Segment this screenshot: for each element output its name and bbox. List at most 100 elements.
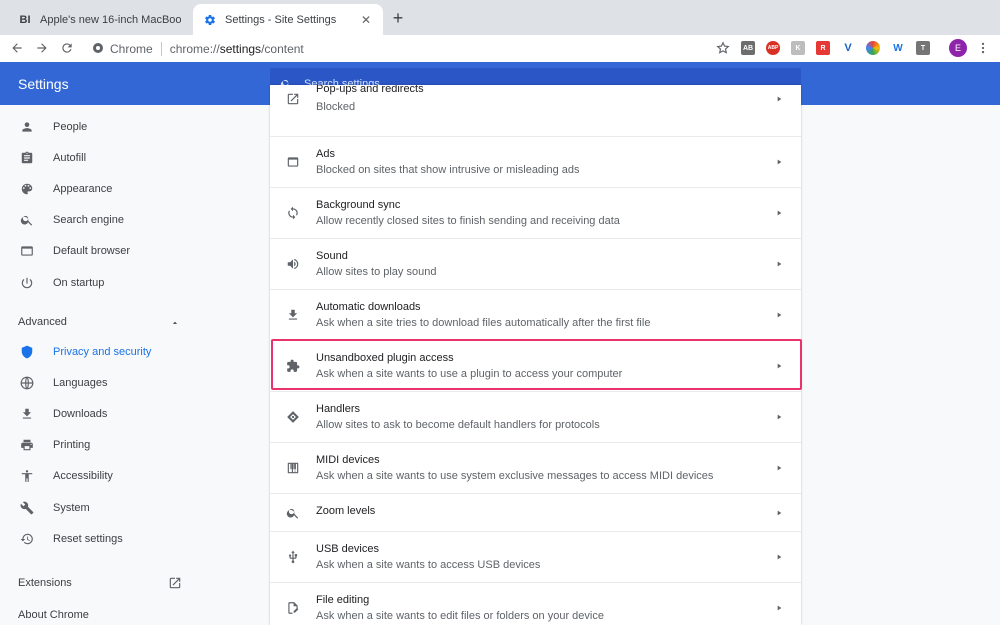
- browser-icon: [20, 244, 34, 258]
- sidebar-item-on-startup[interactable]: On startup: [0, 269, 240, 297]
- sidebar-item-label: Languages: [53, 377, 108, 389]
- setting-title: Background sync: [316, 199, 401, 211]
- list-item-background-sync[interactable]: Background sync Allow recently closed si…: [270, 187, 801, 238]
- sidebar-item-label: On startup: [53, 277, 105, 289]
- business-insider-favicon-icon: BI: [19, 13, 31, 26]
- arrow-right-icon: [777, 96, 782, 102]
- tab-title: Apple's new 16-inch MacBook P: [40, 13, 181, 26]
- sidebar-item-label: Search engine: [53, 214, 124, 226]
- popup-icon: [285, 91, 301, 107]
- extensions-label: Extensions: [18, 577, 72, 589]
- tab-settings[interactable]: Settings - Site Settings ✕: [193, 4, 383, 35]
- sidebar-item-people[interactable]: People: [0, 113, 240, 141]
- setting-subtitle: Ask when a site wants to edit files or f…: [316, 610, 604, 622]
- arrow-right-icon: [777, 261, 782, 267]
- sidebar-item-label: Accessibility: [53, 470, 113, 482]
- sidebar-item-label: Appearance: [53, 183, 113, 195]
- sidebar-item-extensions[interactable]: Extensions: [0, 569, 240, 597]
- browser-toolbar: Chrome chrome://settings/content AB ABP …: [0, 35, 1000, 62]
- list-item-sound[interactable]: Sound Allow sites to play sound: [270, 238, 801, 289]
- menu-button[interactable]: [974, 39, 992, 57]
- gear-icon: [203, 13, 217, 27]
- extension-icon-7[interactable]: W: [891, 41, 905, 55]
- sidebar-item-search-engine[interactable]: Search engine: [0, 206, 240, 234]
- download-icon: [20, 407, 34, 421]
- extension-icon-5[interactable]: V: [841, 41, 855, 55]
- sidebar-item-label: Printing: [53, 439, 91, 451]
- setting-title: File editing: [316, 594, 370, 606]
- extension-icon-1[interactable]: AB: [741, 41, 755, 55]
- setting-title: USB devices: [316, 543, 379, 555]
- arrow-right-icon: [777, 510, 782, 516]
- close-tab-icon[interactable]: ✕: [359, 13, 373, 27]
- tab-strip: BI Apple's new 16-inch MacBook P Setting…: [0, 0, 1000, 35]
- list-item-ads[interactable]: Ads Blocked on sites that show intrusive…: [270, 136, 801, 187]
- setting-subtitle: Blocked: [316, 101, 356, 113]
- sidebar-item-reset-settings[interactable]: Reset settings: [0, 525, 240, 553]
- omnibox[interactable]: Chrome chrome://settings/content: [86, 37, 734, 60]
- setting-subtitle: Allow recently closed sites to finish se…: [316, 215, 620, 227]
- sidebar-item-downloads[interactable]: Downloads: [0, 400, 240, 428]
- forward-button[interactable]: [33, 39, 51, 57]
- list-item-zoom-levels[interactable]: Zoom levels: [270, 493, 801, 531]
- about-chrome-label: About Chrome: [18, 609, 89, 621]
- extension-icon-4[interactable]: R: [816, 41, 830, 55]
- sidebar-item-printing[interactable]: Printing: [0, 431, 240, 459]
- reset-icon: [20, 532, 34, 546]
- new-tab-button[interactable]: +: [388, 9, 408, 29]
- setting-subtitle: Ask when a site wants to access USB devi…: [316, 559, 541, 571]
- advanced-section-toggle[interactable]: Advanced: [0, 307, 240, 335]
- url-text: chrome://settings/content: [169, 41, 304, 56]
- list-item-popups[interactable]: Pop-ups and redirects Blocked: [270, 85, 801, 125]
- sidebar-item-about-chrome[interactable]: About Chrome: [0, 601, 240, 625]
- power-icon: [20, 276, 34, 290]
- sidebar-item-accessibility[interactable]: Accessibility: [0, 462, 240, 490]
- arrow-right-icon: [777, 312, 782, 318]
- download-icon: [285, 307, 301, 323]
- setting-subtitle: Blocked on sites that show intrusive or …: [316, 164, 580, 176]
- extension-icon-3[interactable]: K: [791, 41, 805, 55]
- setting-title: Pop-ups and redirects: [316, 85, 424, 95]
- extension-icon-8[interactable]: T: [916, 41, 930, 55]
- profile-avatar[interactable]: E: [949, 39, 967, 57]
- list-item-handlers[interactable]: Handlers Allow sites to ask to become de…: [270, 391, 801, 442]
- bookmark-star-icon[interactable]: [716, 41, 730, 55]
- speaker-icon: [285, 256, 301, 272]
- sidebar-item-appearance[interactable]: Appearance: [0, 175, 240, 203]
- adblock-plus-icon[interactable]: ABP: [766, 41, 780, 55]
- sync-icon: [285, 205, 301, 221]
- reload-button[interactable]: [58, 39, 76, 57]
- tab-business-insider[interactable]: BI Apple's new 16-inch MacBook P: [8, 4, 191, 35]
- page-title: Settings: [18, 76, 69, 92]
- setting-title: Handlers: [316, 403, 361, 415]
- highlight-box: [271, 339, 802, 390]
- list-item-midi-devices[interactable]: MIDI devices Ask when a site wants to us…: [270, 442, 801, 493]
- arrow-right-icon: [777, 210, 782, 216]
- more-vert-icon: [981, 42, 985, 54]
- site-chip: Chrome: [110, 41, 153, 56]
- sidebar-item-label: System: [53, 502, 90, 514]
- list-item-file-editing[interactable]: File editing Ask when a site wants to ed…: [270, 582, 801, 625]
- omnibox-divider: [160, 41, 162, 56]
- clipboard-icon: [20, 151, 34, 165]
- chrome-site-icon: [93, 43, 103, 53]
- back-button[interactable]: [8, 39, 26, 57]
- sidebar-item-label: Autofill: [53, 152, 87, 164]
- setting-subtitle: Allow sites to ask to become default han…: [316, 419, 600, 431]
- extension-icon-6[interactable]: G: [866, 41, 880, 55]
- sidebar-item-default-browser[interactable]: Default browser: [0, 237, 240, 265]
- list-item-automatic-downloads[interactable]: Automatic downloads Ask when a site trie…: [270, 289, 801, 340]
- person-icon: [20, 120, 34, 134]
- sidebar-item-system[interactable]: System: [0, 494, 240, 522]
- arrow-right-icon: [777, 414, 782, 420]
- setting-title: MIDI devices: [316, 454, 380, 466]
- list-item-usb-devices[interactable]: USB devices Ask when a site wants to acc…: [270, 531, 801, 582]
- sidebar-item-autofill[interactable]: Autofill: [0, 144, 240, 172]
- tab-title: Settings - Site Settings: [225, 13, 337, 26]
- sidebar-item-languages[interactable]: Languages: [0, 369, 240, 397]
- palette-icon: [20, 182, 34, 196]
- chevron-up-icon: [170, 317, 180, 331]
- sidebar-item-privacy-and-security[interactable]: Privacy and security: [0, 338, 240, 366]
- arrow-right-icon: [37, 43, 47, 53]
- midi-icon: [285, 460, 301, 476]
